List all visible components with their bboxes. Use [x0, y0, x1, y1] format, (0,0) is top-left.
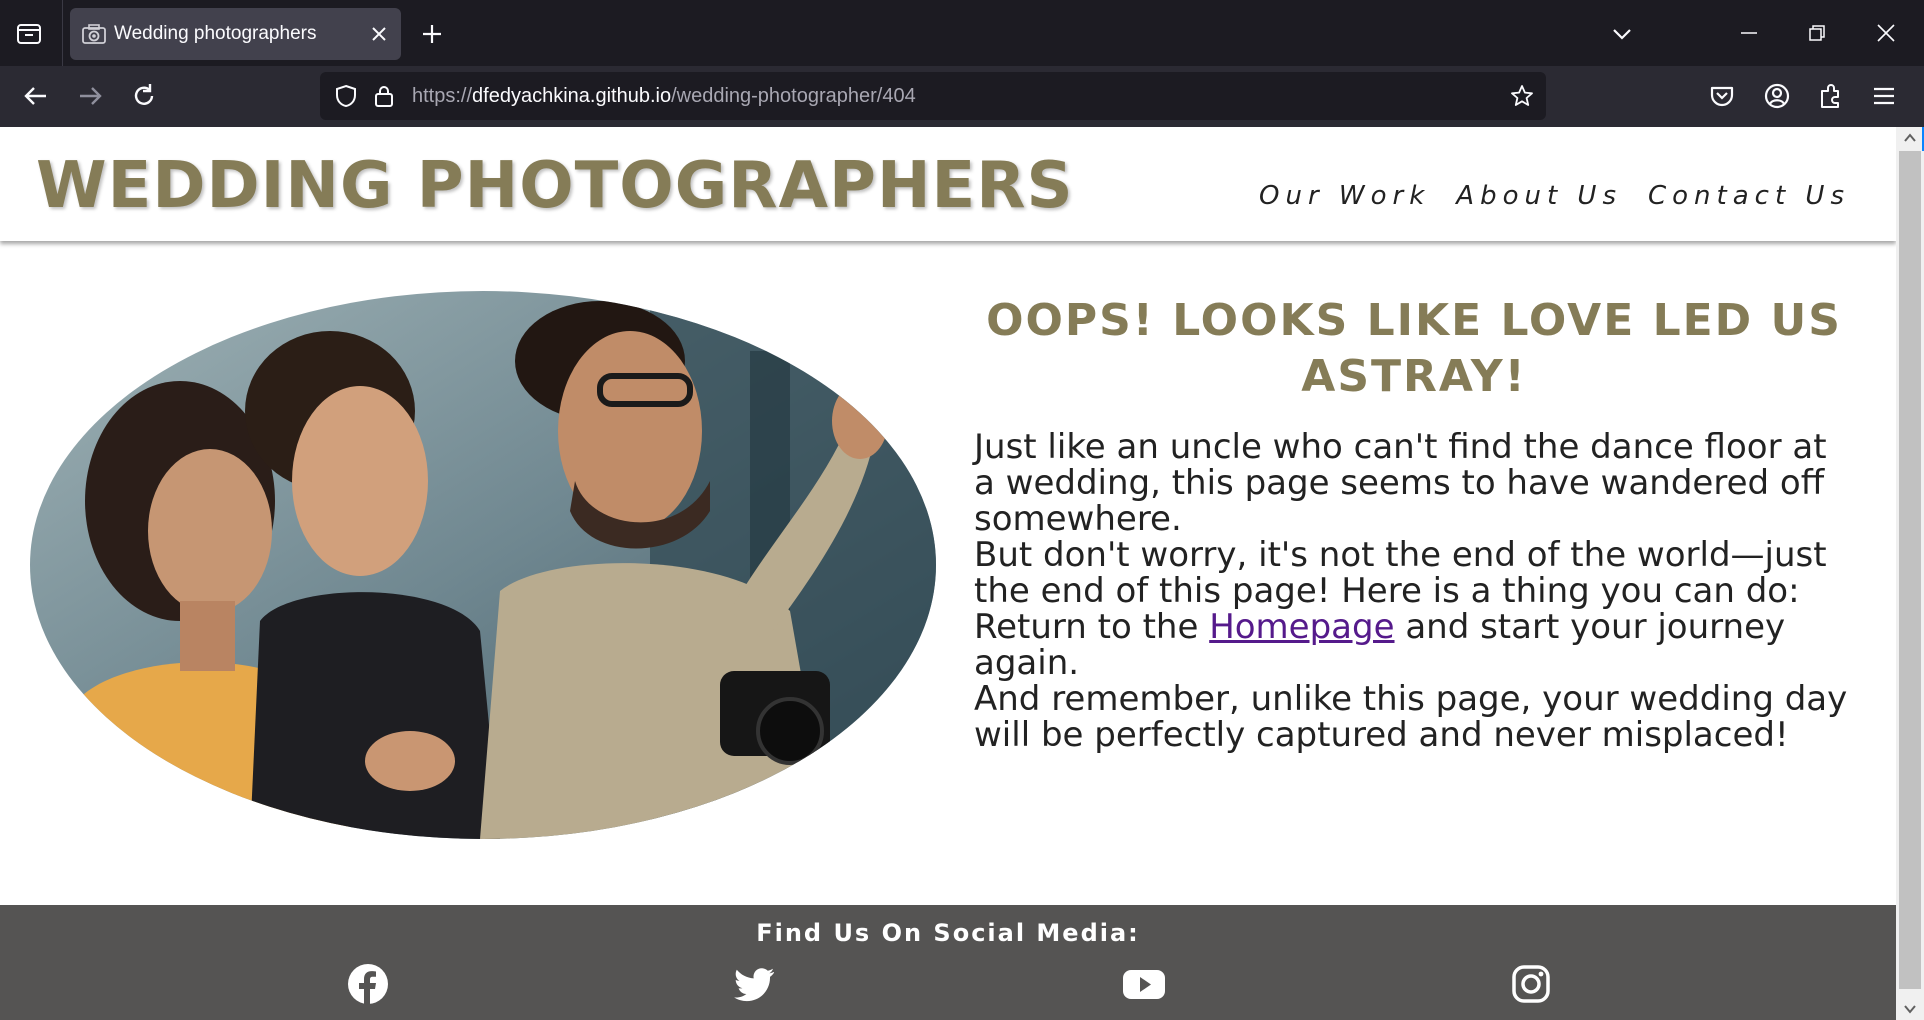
footer-title: Find Us On Social Media: — [756, 919, 1140, 947]
homepage-link[interactable]: Homepage — [1209, 607, 1394, 647]
nav-our-work[interactable]: Our Work — [1259, 181, 1430, 211]
reload-icon[interactable] — [130, 82, 158, 110]
tab-separator — [62, 0, 63, 66]
restore-icon[interactable] — [1806, 22, 1828, 44]
photographers-photo — [30, 291, 936, 839]
instagram-icon[interactable] — [1510, 963, 1552, 1005]
address-bar[interactable]: https://dfedyachkina.github.io/wedding-p… — [320, 72, 1546, 120]
scroll-down-arrow-icon[interactable] — [1903, 1002, 1917, 1016]
page-title: OOPS! LOOKS LIKE LOVE LED US ASTRAY! — [986, 295, 1842, 402]
new-tab-icon[interactable] — [420, 22, 444, 46]
browser-tab-bar: Wedding photographers — [0, 0, 1924, 66]
scroll-up-arrow-icon[interactable] — [1903, 131, 1917, 145]
active-tab[interactable]: Wedding photographers — [70, 8, 401, 60]
window-close-icon[interactable] — [1875, 22, 1897, 44]
paragraph-1: Just like an uncle who can't find the da… — [974, 427, 1827, 539]
facebook-icon[interactable] — [347, 963, 389, 1005]
menu-icon[interactable] — [1870, 82, 1898, 110]
account-icon[interactable] — [1763, 82, 1791, 110]
url-text[interactable]: https://dfedyachkina.github.io/wedding-p… — [412, 85, 916, 108]
paragraph-4: And remember, unlike this page, your wed… — [974, 679, 1848, 755]
bookmark-star-icon[interactable] — [1510, 84, 1534, 108]
camera-favicon-icon — [82, 23, 106, 45]
forward-arrow-icon[interactable] — [76, 82, 104, 110]
lock-icon[interactable] — [372, 84, 396, 108]
minimize-icon[interactable] — [1738, 22, 1760, 44]
close-tab-icon[interactable] — [369, 24, 389, 44]
pocket-icon[interactable] — [1708, 82, 1736, 110]
twitter-icon[interactable] — [734, 963, 776, 1005]
site-header: WEDDING PHOTOGRAPHERS Our Work About Us … — [0, 127, 1896, 241]
url-path: /wedding-photographer/404 — [671, 85, 916, 107]
chevron-down-icon[interactable] — [1610, 22, 1634, 46]
scroll-thumb[interactable] — [1899, 151, 1921, 989]
error-body: Just like an uncle who can't find the da… — [974, 429, 1854, 753]
browser-nav-bar: https://dfedyachkina.github.io/wedding-p… — [0, 66, 1924, 127]
nav-about-us[interactable]: About Us — [1456, 181, 1622, 211]
paragraph-3: Return to the Homepage and start your jo… — [974, 609, 1854, 681]
back-arrow-icon[interactable] — [22, 82, 50, 110]
tab-title: Wedding photographers — [114, 23, 317, 44]
page-viewport: WEDDING PHOTOGRAPHERS Our Work About Us … — [0, 127, 1896, 1020]
tab-list-icon[interactable] — [14, 20, 44, 48]
extensions-icon[interactable] — [1817, 82, 1845, 110]
error-message: OOPS! LOOKS LIKE LOVE LED US ASTRAY! Jus… — [974, 293, 1854, 753]
paragraph-3-before: Return to the — [974, 607, 1210, 647]
paragraph-2: But don't worry, it's not the end of the… — [974, 535, 1827, 611]
site-nav: Our Work About Us Contact Us — [1259, 181, 1850, 211]
site-footer: Find Us On Social Media: — [0, 905, 1896, 1020]
url-host: dfedyachkina.github.io — [472, 85, 672, 107]
page-scrollbar[interactable] — [1896, 127, 1924, 1020]
url-protocol: https:// — [412, 85, 473, 107]
site-logo[interactable]: WEDDING PHOTOGRAPHERS — [36, 149, 1074, 223]
shield-icon[interactable] — [334, 84, 358, 108]
youtube-icon[interactable] — [1123, 963, 1165, 1005]
nav-contact-us[interactable]: Contact Us — [1648, 181, 1850, 211]
